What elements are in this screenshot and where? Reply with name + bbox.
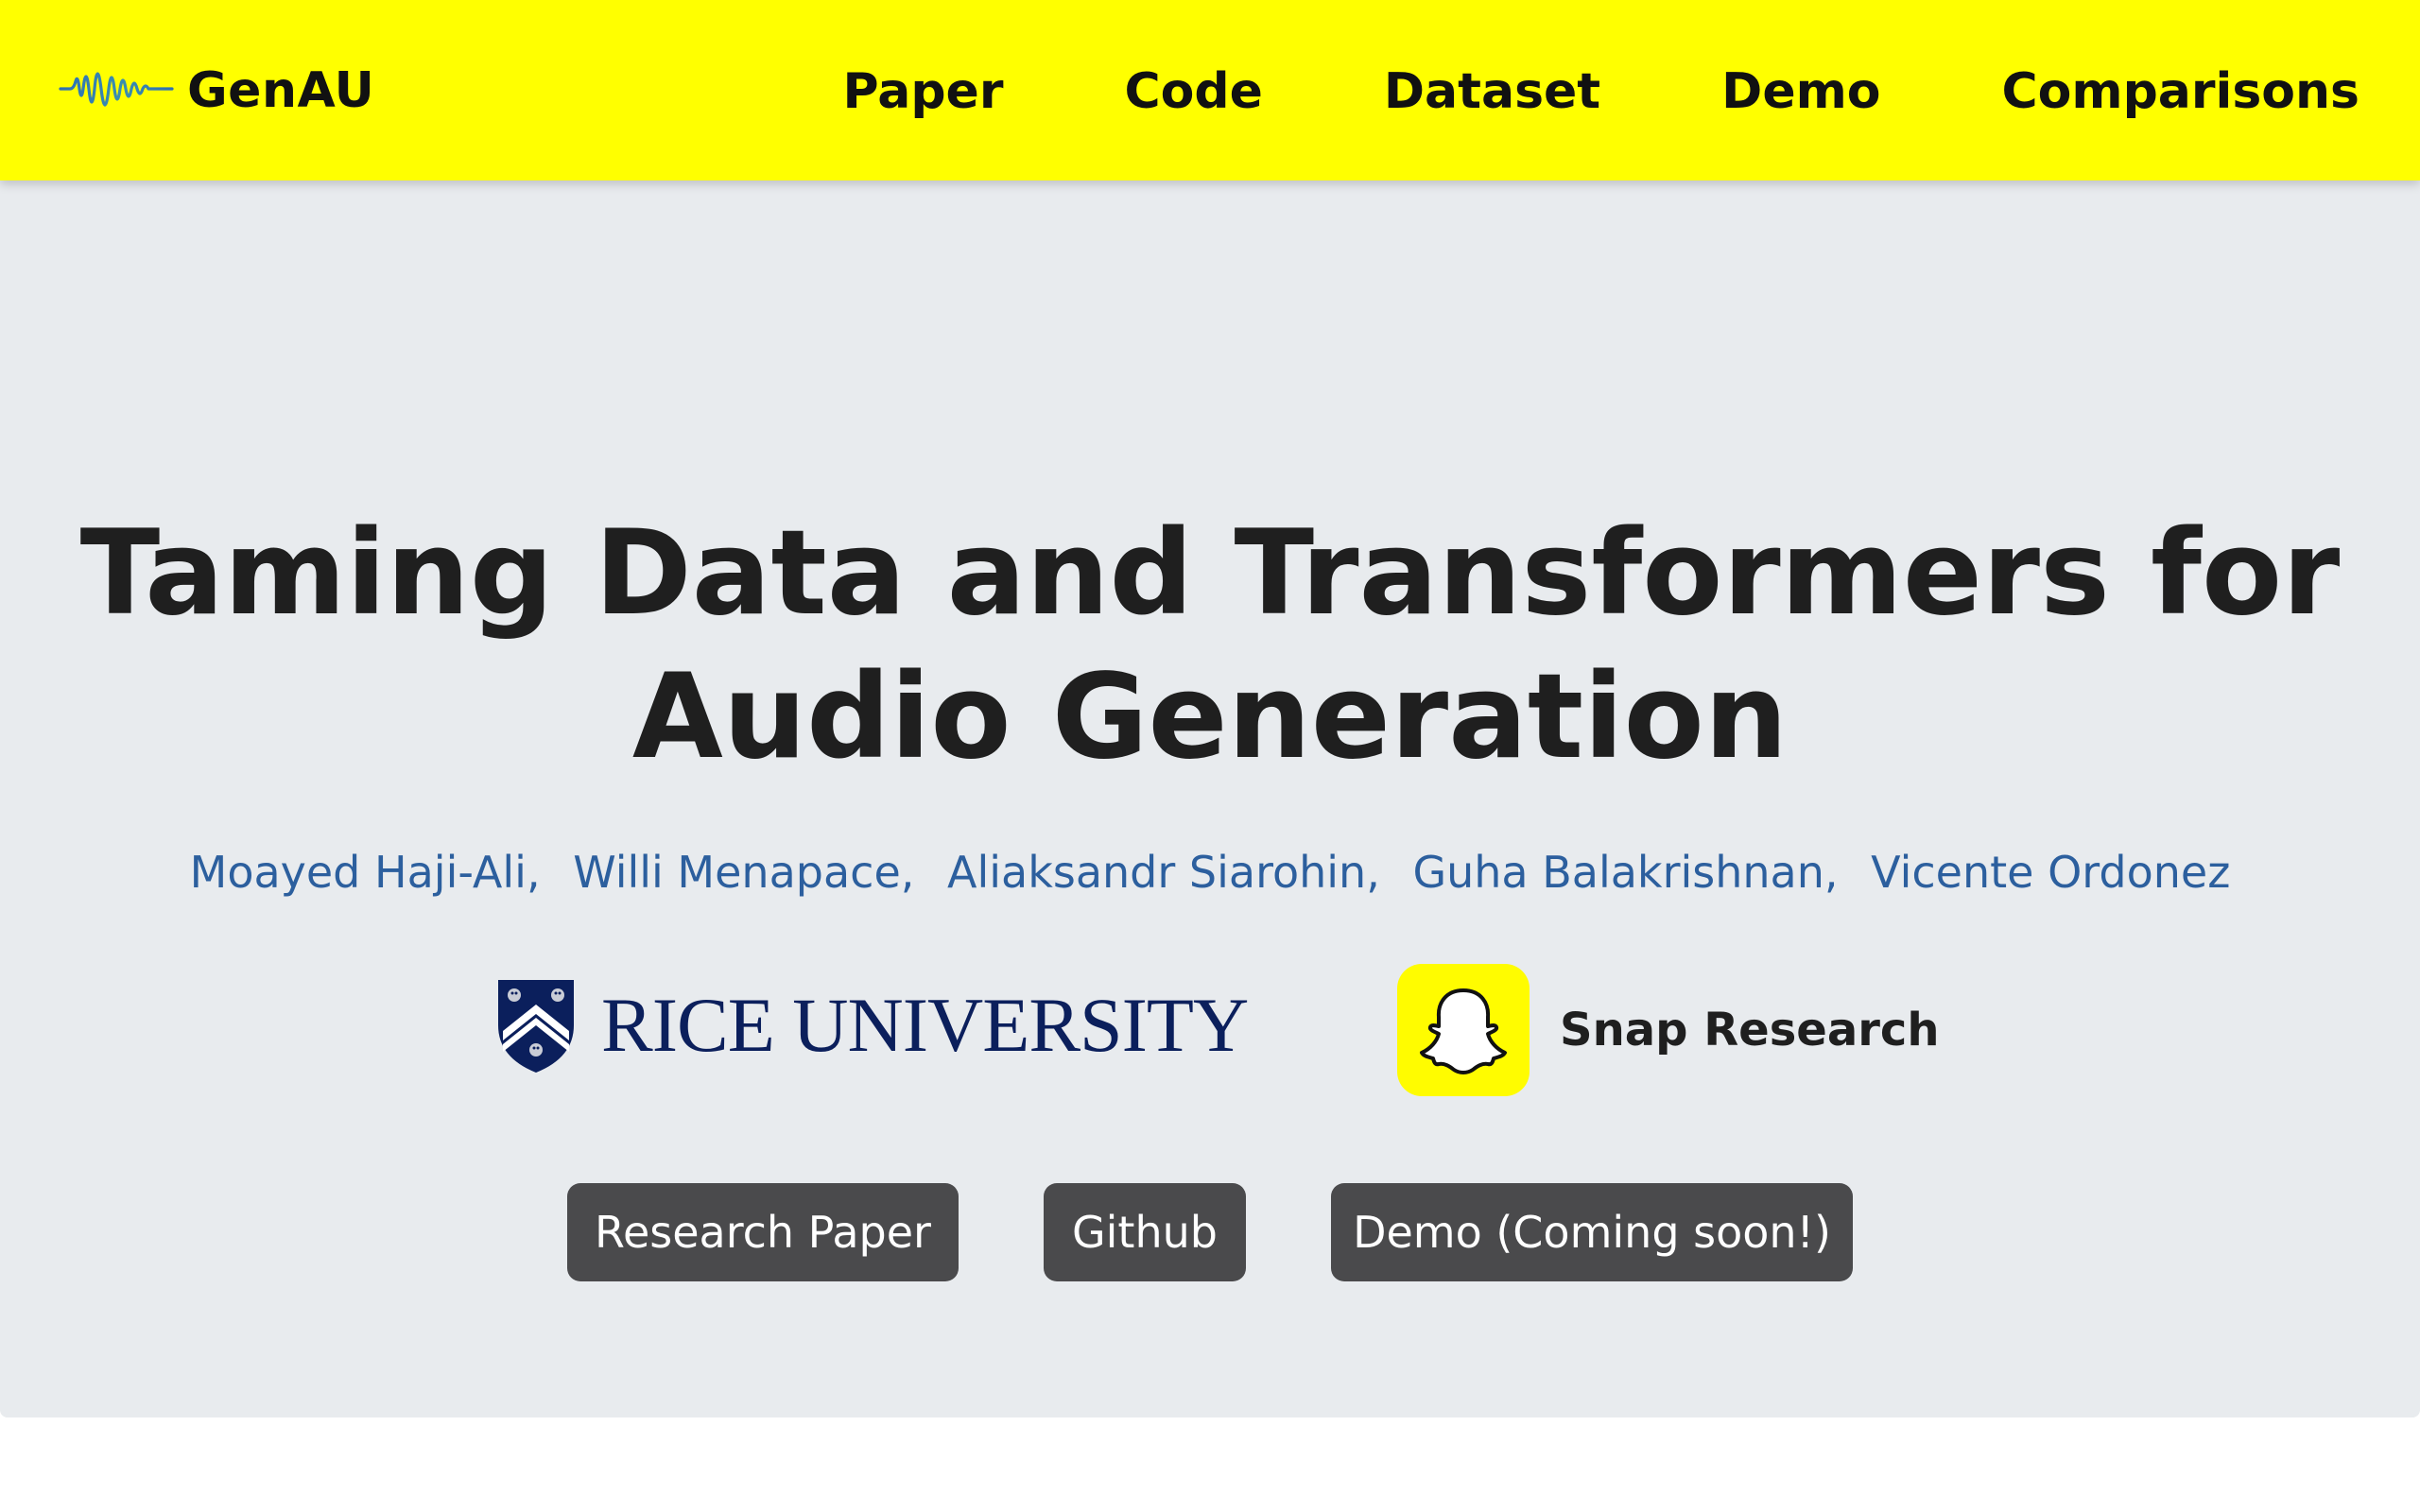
nav-link-code[interactable]: Code bbox=[1124, 63, 1262, 120]
rice-university-name: RICE UNIVERSITY bbox=[601, 982, 1249, 1068]
snap-research-logo: Snap Research bbox=[1397, 964, 1940, 1096]
title-line-1: Taming Data and Transformers for bbox=[79, 506, 2341, 642]
author-link[interactable]: Aliaksandr Siarohin bbox=[947, 847, 1366, 898]
nav-link-demo[interactable]: Demo bbox=[1721, 63, 1880, 120]
author-link[interactable]: Willi Menapace bbox=[573, 847, 901, 898]
author-link[interactable]: Guha Balakrishnan bbox=[1412, 847, 1824, 898]
top-navbar: GenAU Paper Code Dataset Demo Comparison… bbox=[0, 0, 2420, 180]
rice-university-logo: RICE UNIVERSITY bbox=[495, 973, 1249, 1077]
title-line-2: Audio Generation bbox=[631, 649, 1789, 785]
github-button[interactable]: Github bbox=[1044, 1183, 1246, 1281]
author-separator: , bbox=[526, 847, 541, 898]
rice-shield-icon bbox=[498, 980, 574, 1073]
hero-section: Taming Data and Transformers for Audio G… bbox=[0, 180, 2420, 1418]
demo-button[interactable]: Demo (Coming soon!) bbox=[1331, 1183, 1853, 1281]
main-nav: Paper Code Dataset Demo Comparisons bbox=[843, 59, 2360, 125]
brand-link[interactable]: GenAU bbox=[59, 53, 374, 129]
snapchat-ghost-icon bbox=[1420, 988, 1507, 1074]
nav-link-dataset[interactable]: Dataset bbox=[1384, 63, 1600, 120]
snapchat-logo-box bbox=[1397, 964, 1530, 1096]
nav-link-paper[interactable]: Paper bbox=[843, 63, 1004, 120]
author-separator: , bbox=[1366, 847, 1380, 898]
waveform-icon bbox=[59, 72, 174, 107]
snap-research-name: Snap Research bbox=[1560, 1004, 1940, 1057]
author-separator: , bbox=[900, 847, 915, 898]
affiliation-logos: RICE UNIVERSITY Snap Research bbox=[0, 964, 2420, 1096]
brand-name: GenAU bbox=[187, 62, 375, 119]
page-title: Taming Data and Transformers for Audio G… bbox=[0, 502, 2420, 789]
author-link[interactable]: Moayed Haji-Ali bbox=[190, 847, 527, 898]
author-separator: , bbox=[1824, 847, 1839, 898]
author-link[interactable]: Vicente Ordonez bbox=[1871, 847, 2230, 898]
action-buttons: Research Paper Github Demo (Coming soon!… bbox=[0, 1183, 2420, 1281]
author-list: Moayed Haji-Ali, Willi Menapace, Aliaksa… bbox=[0, 847, 2420, 898]
nav-link-comparisons[interactable]: Comparisons bbox=[2002, 63, 2360, 120]
research-paper-button[interactable]: Research Paper bbox=[567, 1183, 959, 1281]
